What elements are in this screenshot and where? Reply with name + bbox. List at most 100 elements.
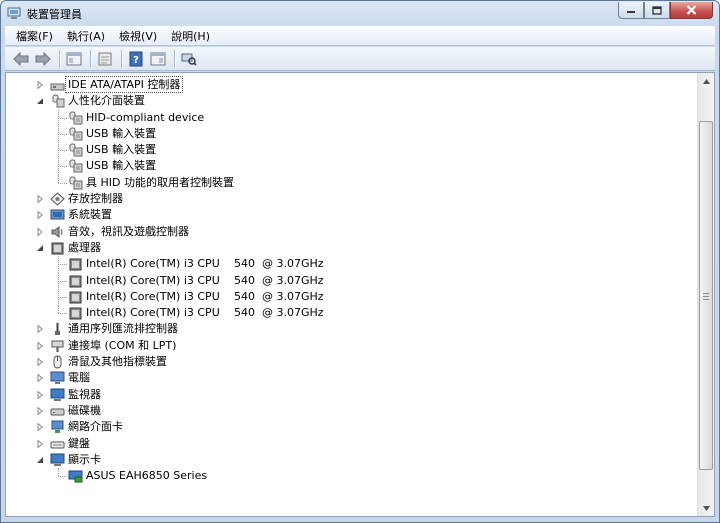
toolbar: ? [5, 47, 715, 71]
title-bar[interactable]: 裝置管理員 [1, 1, 719, 25]
tree-category[interactable]: 人性化介面裝置 [6, 93, 696, 109]
menu-help[interactable]: 說明(H) [164, 27, 217, 45]
maximize-icon [652, 5, 662, 15]
tree-device[interactable]: Intel(R) Core(TM) i3 CPU 540 @ 3.07GHz [6, 256, 696, 274]
collapsed-triangle-icon[interactable] [36, 374, 44, 383]
cpu-model-label: Intel(R) Core(TM) i3 CPU [86, 289, 220, 303]
usb-controller-icon [55, 323, 60, 336]
tree-item-label: 鍵盤 [68, 436, 90, 450]
tree-category[interactable]: 系統裝置 [6, 207, 696, 223]
tree-item-label: USB 輸入裝置 [86, 143, 157, 157]
menu-view[interactable]: 檢視(V) [112, 27, 164, 45]
hid-icon [52, 94, 65, 108]
back-button[interactable] [11, 49, 31, 69]
collapsed-triangle-icon[interactable] [36, 341, 44, 350]
tree-category[interactable]: 存放控制器 [6, 191, 696, 207]
tree-device[interactable]: 具 HID 功能的取用者控制裝置 [6, 174, 696, 191]
cpu-icon [69, 291, 82, 304]
tree-category[interactable]: 滑鼠及其他指標裝置 [6, 354, 696, 370]
device-tree: IDE ATA/ATAPI 控制器 人性化介面裝置 HID-compliant de… [6, 76, 696, 484]
minimize-button[interactable] [618, 2, 644, 19]
tree-device[interactable]: USB 輸入裝置 [6, 125, 696, 143]
maximize-button[interactable] [644, 2, 670, 19]
disk-drive-icon [50, 408, 65, 416]
tree-device[interactable]: ASUS EAH6850 Series [6, 468, 696, 484]
close-button[interactable] [670, 2, 713, 19]
tree-category[interactable]: 電腦 [6, 370, 696, 386]
tree-category[interactable]: IDE ATA/ATAPI 控制器 [6, 76, 696, 93]
menu-action[interactable]: 執行(A) [60, 27, 112, 45]
collapsed-triangle-icon[interactable] [36, 81, 44, 89]
cpu-model-label: Intel(R) Core(TM) i3 CPU [86, 306, 220, 320]
collapsed-triangle-icon[interactable] [36, 423, 44, 432]
tree-item-label: Intel(R) Core(TM) i3 CPU 540 @ 3.07GHz [86, 273, 324, 289]
tree-category[interactable]: 磁碟機 [6, 403, 696, 419]
collapsed-triangle-icon[interactable] [36, 211, 44, 220]
vertical-scrollbar[interactable] [697, 73, 714, 516]
expanded-triangle-icon[interactable] [36, 97, 44, 105]
tree-category[interactable]: 通用序列匯流排控制器 [6, 321, 696, 337]
tree-guide-line [58, 313, 67, 315]
tree-item-label: USB 輸入裝置 [86, 159, 157, 173]
tree-device[interactable]: USB 輸入裝置 [6, 142, 696, 160]
properties-icon [98, 52, 112, 65]
system-device-icon [50, 209, 65, 220]
tree-guide-line [58, 142, 59, 160]
collapsed-triangle-icon[interactable] [36, 195, 44, 204]
tree-category[interactable]: 監視器 [6, 387, 696, 403]
forward-button[interactable] [33, 49, 53, 69]
console-tree-icon [66, 52, 82, 65]
processor-icon [51, 242, 64, 255]
tree-guide-line [58, 264, 67, 266]
tree-device[interactable]: Intel(R) Core(TM) i3 CPU 540 @ 3.07GHz [6, 288, 696, 306]
cpu-speed-label: 540 @ 3.07GHz [234, 289, 324, 303]
close-icon [686, 5, 697, 15]
collapsed-triangle-icon[interactable] [36, 325, 44, 334]
expanded-triangle-icon[interactable] [36, 456, 44, 464]
collapsed-triangle-icon[interactable] [36, 358, 44, 367]
scroll-down-button[interactable] [699, 500, 714, 516]
tree-item-label: 網路介面卡 [68, 420, 123, 434]
tree-device[interactable]: HID-compliant device [6, 109, 696, 127]
display-adapter-icon [50, 453, 65, 466]
chevron-up-icon [703, 78, 710, 84]
tree-device[interactable]: Intel(R) Core(TM) i3 CPU 540 @ 3.07GHz [6, 305, 696, 321]
console-tree-button[interactable] [64, 49, 84, 69]
tree-category[interactable]: 處理器 [6, 240, 696, 256]
tree-category[interactable]: 鍵盤 [6, 436, 696, 452]
cpu-icon [69, 307, 82, 320]
scan-hardware-button[interactable] [179, 49, 199, 69]
tree-item-label: 音效，視訊及遊戲控制器 [68, 224, 189, 238]
tree-category[interactable]: 音效，視訊及遊戲控制器 [6, 224, 696, 240]
tree-device[interactable]: Intel(R) Core(TM) i3 CPU 540 @ 3.07GHz [6, 272, 696, 290]
collapsed-triangle-icon[interactable] [36, 390, 44, 399]
tree-guide-line [58, 256, 59, 274]
action-pane-button[interactable] [148, 49, 168, 69]
tree-guide-line [58, 109, 59, 127]
collapsed-triangle-icon[interactable] [36, 406, 44, 415]
scrollbar-thumb[interactable] [699, 121, 713, 470]
device-tree-pane[interactable]: IDE ATA/ATAPI 控制器 人性化介面裝置 HID-compliant de… [5, 72, 715, 517]
tree-category[interactable]: 網路介面卡 [6, 419, 696, 435]
properties-button[interactable] [95, 49, 115, 69]
help-button[interactable]: ? [126, 49, 146, 69]
tree-guide-line [58, 272, 59, 290]
device-manager-window: 裝置管理員 檔案(F) 執行(A) 檢視(V) 說明(H) ? IDE ATA/… [0, 0, 720, 523]
grip-line [703, 292, 709, 294]
expanded-triangle-icon[interactable] [36, 244, 44, 252]
hid-device-icon [69, 127, 83, 141]
mouse-icon [53, 355, 62, 369]
tree-item-label: 連接埠 (COM 和 LPT) [68, 338, 177, 352]
collapsed-triangle-icon[interactable] [36, 227, 44, 236]
tree-device[interactable]: USB 輸入裝置 [6, 158, 696, 176]
tree-category[interactable]: 顯示卡 [6, 452, 696, 468]
toolbar-separator [59, 49, 60, 68]
collapsed-triangle-icon[interactable] [36, 439, 44, 448]
tree-item-label: 監視器 [68, 387, 101, 401]
scroll-up-button[interactable] [699, 73, 714, 89]
menu-file[interactable]: 檔案(F) [9, 27, 60, 45]
tree-guide-line [58, 166, 67, 168]
tree-category[interactable]: 連接埠 (COM 和 LPT) [6, 338, 696, 354]
tree-guide-line [58, 158, 59, 176]
tree-item-label: 處理器 [68, 240, 101, 254]
